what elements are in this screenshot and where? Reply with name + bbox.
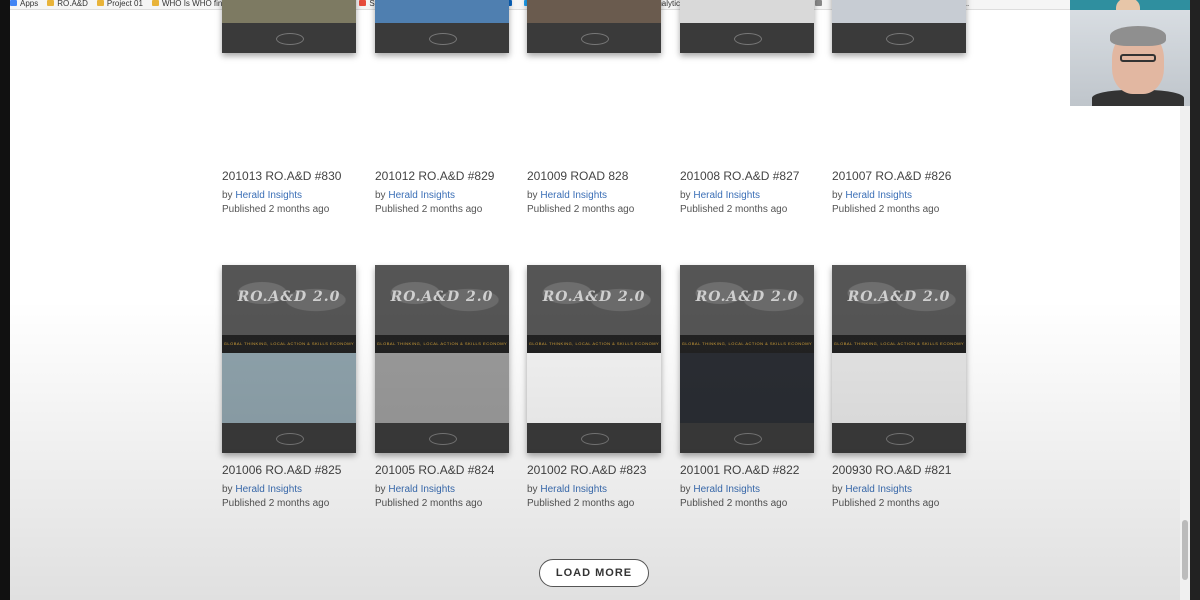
author-link[interactable]: Herald Insights <box>388 190 455 201</box>
load-more-button[interactable]: LOAD MORE <box>539 559 649 587</box>
cover-footer <box>527 423 661 453</box>
cover-footer <box>375 423 509 453</box>
bookmark-label: RO.A&D <box>57 0 88 8</box>
cover-tagline: GLOBAL THINKING, LOCAL ACTION & SKILLS E… <box>832 335 966 353</box>
publication-author-line: by Herald Insights <box>832 190 1032 201</box>
publication-cover[interactable]: RO.A&D 2.0 GLOBAL THINKING, LOCAL ACTION … <box>832 265 966 453</box>
cover-photo <box>527 353 661 423</box>
cover-footer <box>527 23 661 53</box>
cover-footer <box>222 423 356 453</box>
cover-tagline: GLOBAL THINKING, LOCAL ACTION & SKILLS E… <box>222 335 356 353</box>
bookmark-item[interactable]: RO.A&D <box>47 0 88 9</box>
bookmark-label: Apps <box>20 0 39 8</box>
bookmark-item[interactable]: WHO Is WHO final <box>151 0 229 9</box>
bookmark-label: WHO Is WHO final <box>161 0 229 8</box>
cover-footer <box>375 23 509 53</box>
cover-brand: RO.A&D 2.0 <box>542 289 646 305</box>
author-link[interactable]: Herald Insights <box>388 484 455 495</box>
cover-footer <box>680 23 814 53</box>
left-border <box>0 0 10 600</box>
bookmark-icon <box>10 0 17 6</box>
cover-tagline: GLOBAL THINKING, LOCAL ACTION & SKILLS E… <box>680 335 814 353</box>
publication-cover[interactable]: RO.A&D 2.0 GLOBAL THINKING, LOCAL ACTION … <box>222 265 356 453</box>
author-link[interactable]: Herald Insights <box>845 190 912 201</box>
by-label: by <box>832 484 843 495</box>
publication-cover[interactable]: RO.A&D 2.0GLOBAL THINKING, LOCAL ACTION … <box>832 0 966 53</box>
by-label: by <box>375 190 386 201</box>
author-link[interactable]: Herald Insights <box>235 190 302 201</box>
by-label: by <box>375 484 386 495</box>
author-link[interactable]: Herald Insights <box>540 190 607 201</box>
author-link[interactable]: Herald Insights <box>693 190 760 201</box>
cover-tagline: GLOBAL THINKING, LOCAL ACTION & SKILLS E… <box>527 335 661 353</box>
publication-title[interactable]: 200930 RO.A&D #821 <box>832 463 1032 477</box>
author-link[interactable]: Herald Insights <box>845 484 912 495</box>
cover-photo <box>375 0 509 23</box>
publication-date: Published 2 months ago <box>832 498 940 509</box>
cover-brand: RO.A&D 2.0 <box>237 289 341 305</box>
by-label: by <box>680 190 691 201</box>
bookmark-item[interactable]: Project 01 <box>96 0 143 9</box>
bookmark-icon <box>96 0 104 6</box>
cover-photo <box>527 0 661 23</box>
scrollbar-thumb[interactable] <box>1182 520 1188 580</box>
bookmark-icon <box>151 0 159 6</box>
bookmark-label: Project 01 <box>106 0 143 8</box>
publication-cover[interactable]: RO.A&D 2.0 GLOBAL THINKING, LOCAL ACTION … <box>375 265 509 453</box>
cover-photo <box>375 353 509 423</box>
by-label: by <box>527 190 538 201</box>
by-label: by <box>222 484 233 495</box>
cover-brand: RO.A&D 2.0 <box>847 289 951 305</box>
publication-date: Published 2 months ago <box>832 204 940 215</box>
author-link[interactable]: Herald Insights <box>235 484 302 495</box>
cover-photo <box>222 353 356 423</box>
bookmark-icon <box>815 0 823 6</box>
cover-brand: RO.A&D 2.0 <box>695 289 799 305</box>
publication-cover[interactable]: RO.A&D 2.0GLOBAL THINKING, LOCAL ACTION … <box>375 0 509 53</box>
bookmark-icon <box>47 0 55 6</box>
publication-cover[interactable]: RO.A&D 2.0 GLOBAL THINKING, LOCAL ACTION … <box>527 265 661 453</box>
cover-photo <box>832 353 966 423</box>
publication-cover[interactable]: RO.A&D 2.0GLOBAL THINKING, LOCAL ACTION … <box>680 0 814 53</box>
cover-photo <box>222 0 356 23</box>
speaker-hair <box>1110 26 1166 46</box>
publication-cover[interactable]: RO.A&D 2.0GLOBAL THINKING, LOCAL ACTION … <box>527 0 661 53</box>
cover-footer <box>832 23 966 53</box>
video-speaker-tile <box>1070 10 1190 106</box>
browser-page: AppsRO.A&DProject 01WHO Is WHO final24Ap… <box>0 0 1200 600</box>
right-border <box>1190 0 1200 600</box>
publication-cover[interactable]: RO.A&D 2.0GLOBAL THINKING, LOCAL ACTION … <box>222 0 356 53</box>
cover-brand: RO.A&D 2.0 <box>390 289 494 305</box>
author-link[interactable]: Herald Insights <box>540 484 607 495</box>
bookmark-icon <box>359 0 367 6</box>
bookmark-item[interactable]: Apps <box>10 0 39 9</box>
cover-footer <box>680 423 814 453</box>
publication-title[interactable]: 201007 RO.A&D #826 <box>832 169 1032 183</box>
bookmark-item[interactable] <box>815 0 825 9</box>
by-label: by <box>680 484 691 495</box>
by-label: by <box>222 190 233 201</box>
by-label: by <box>527 484 538 495</box>
cover-photo <box>832 0 966 23</box>
cover-photo <box>680 0 814 23</box>
glasses-icon <box>1120 54 1156 62</box>
cover-footer <box>832 423 966 453</box>
publication-author-line: by Herald Insights <box>832 484 1032 495</box>
author-link[interactable]: Herald Insights <box>693 484 760 495</box>
cover-tagline: GLOBAL THINKING, LOCAL ACTION & SKILLS E… <box>375 335 509 353</box>
cover-footer <box>222 23 356 53</box>
cover-photo <box>680 353 814 423</box>
by-label: by <box>832 190 843 201</box>
publication-cover[interactable]: RO.A&D 2.0 GLOBAL THINKING, LOCAL ACTION … <box>680 265 814 453</box>
